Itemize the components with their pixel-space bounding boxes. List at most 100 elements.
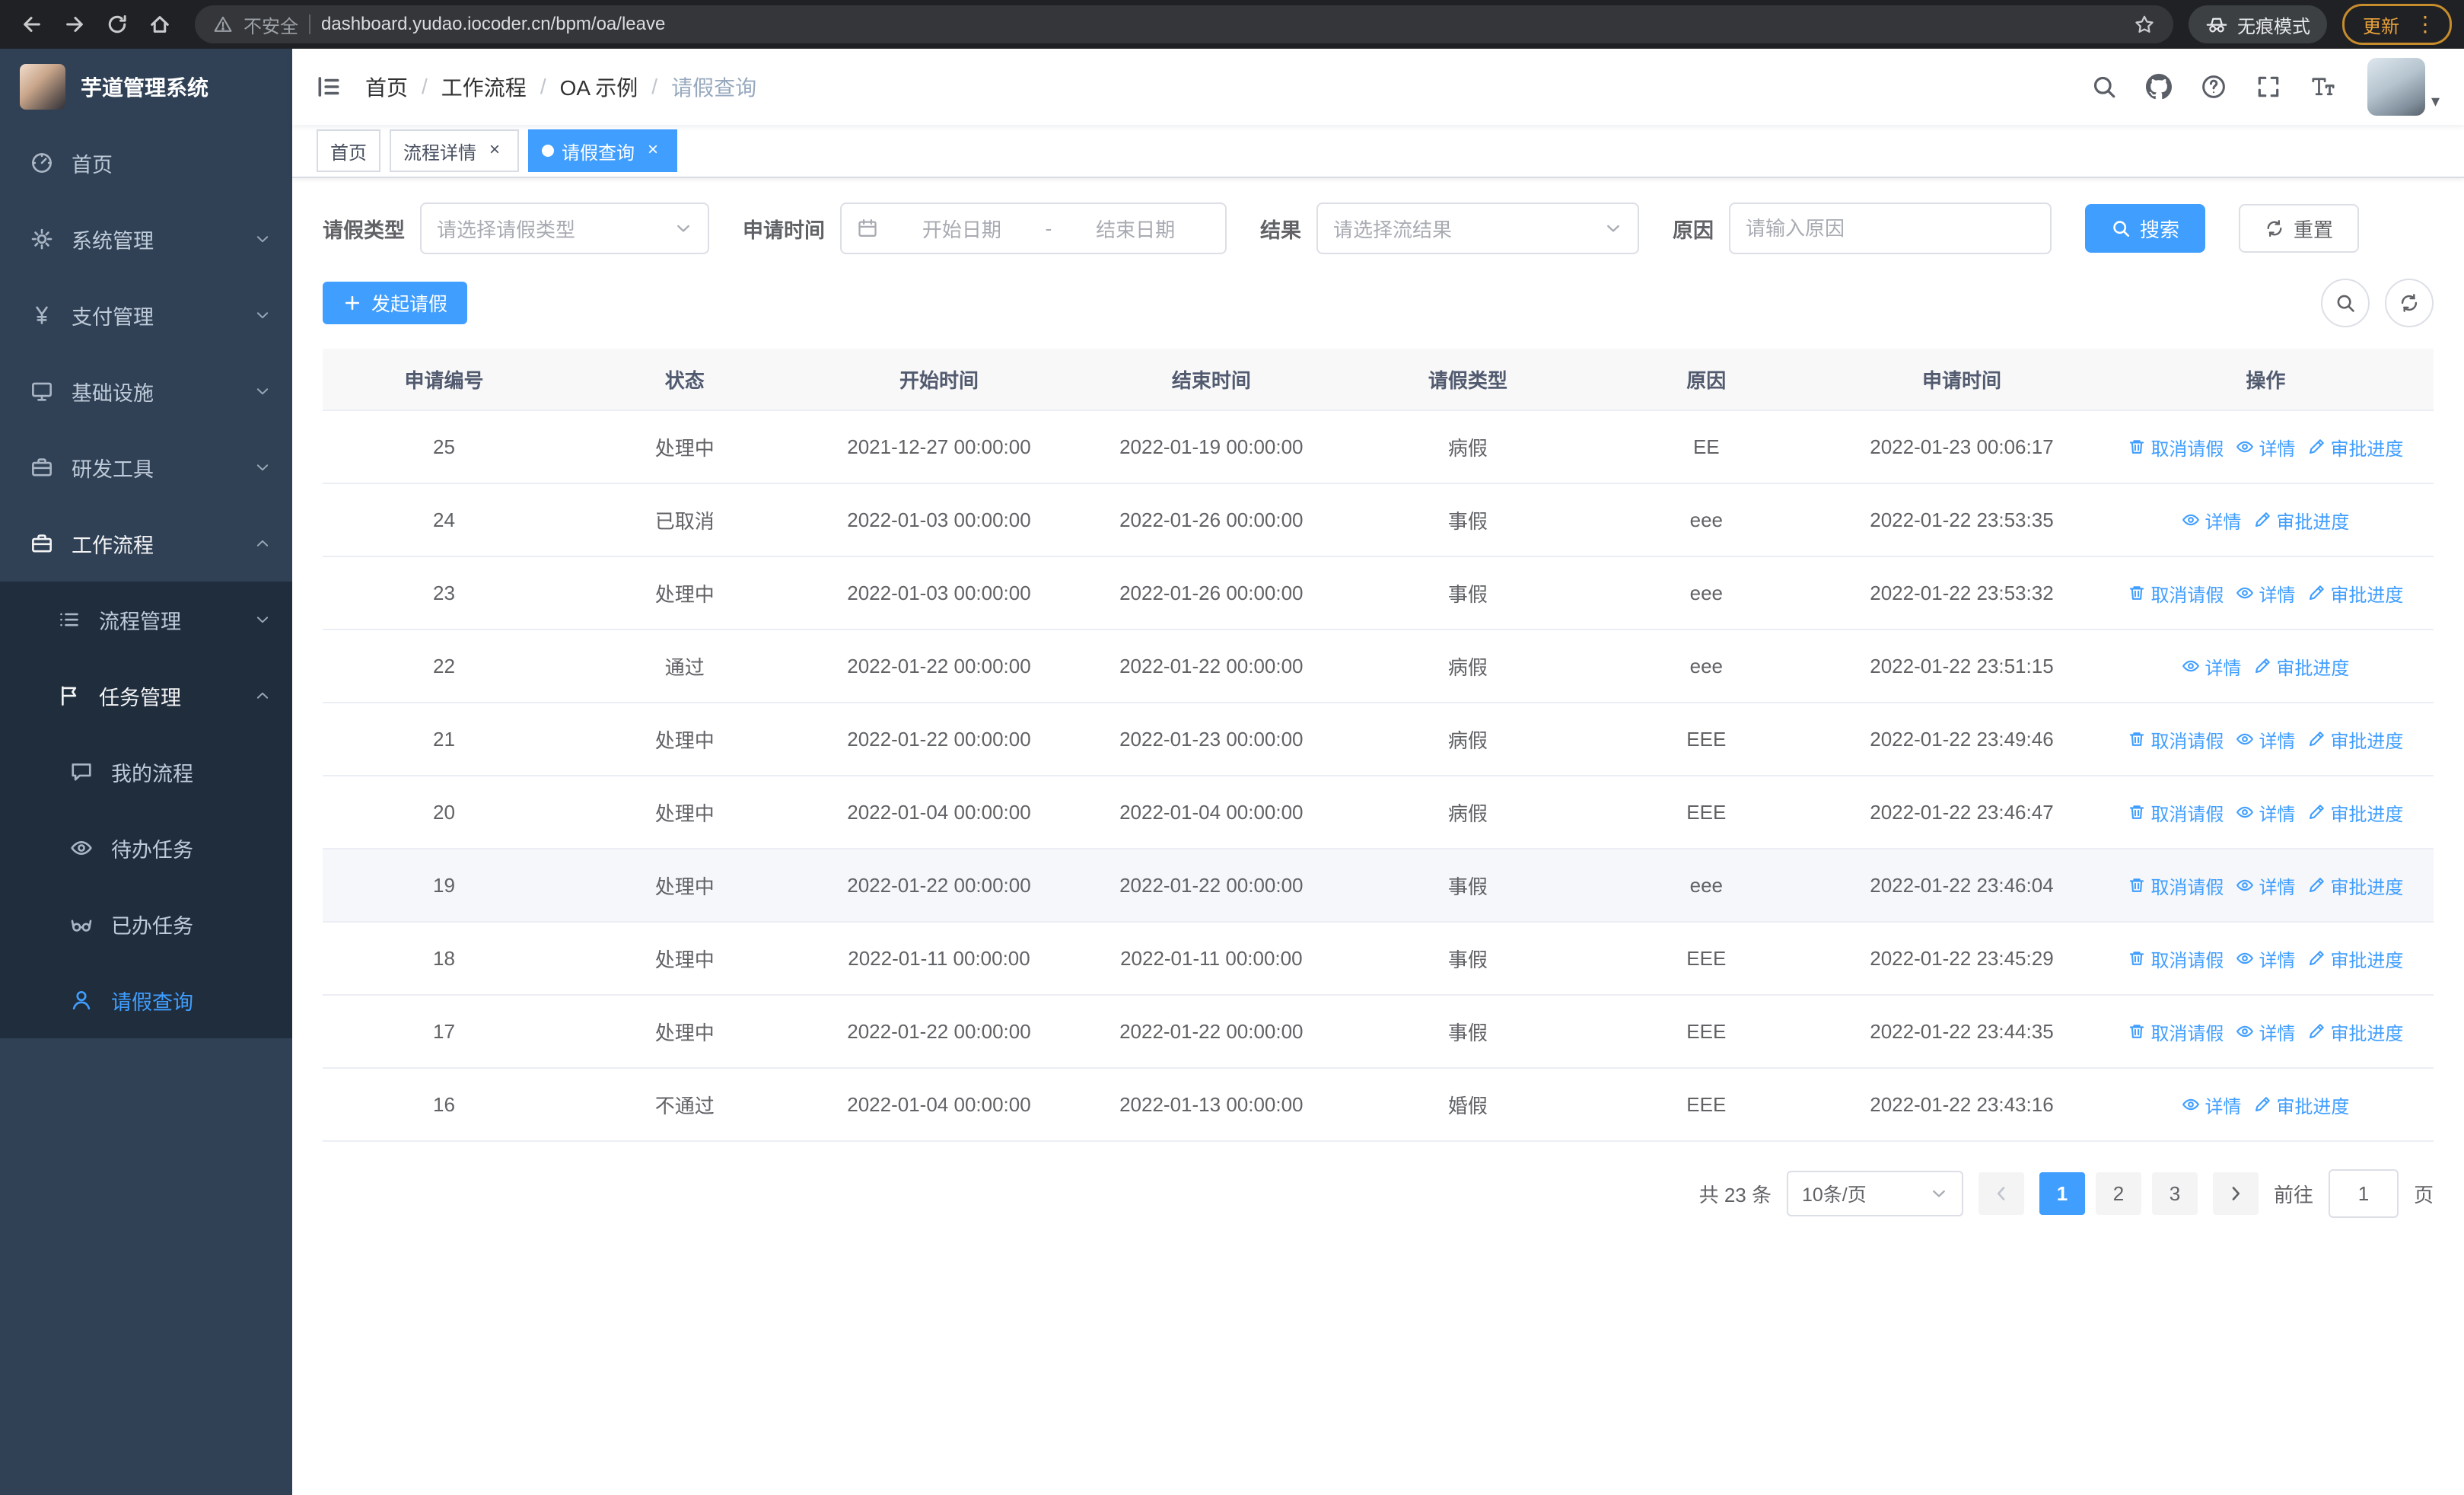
cancel-action-link[interactable]: 取消请假 (2128, 1018, 2224, 1045)
user-avatar[interactable]: ▾ (2367, 58, 2449, 116)
leave-type-select[interactable]: 请选择请假类型 (420, 202, 709, 254)
cancel-action-link[interactable]: 取消请假 (2128, 799, 2224, 826)
detail-action-link[interactable]: 详情 (2182, 653, 2241, 680)
cell-applied: 2022-01-22 23:44:35 (1826, 995, 2098, 1069)
progress-action-link[interactable]: 审批进度 (2307, 1018, 2403, 1045)
view-tag-1[interactable]: 流程详情 × (390, 129, 519, 172)
end-date-placeholder: 结束日期 (1096, 218, 1176, 241)
column-header: 原因 (1587, 349, 1826, 411)
sidebar-item-leave-query[interactable]: 请假查询 (0, 962, 292, 1038)
sidebar-item-process-mgmt[interactable]: 流程管理 (0, 582, 292, 658)
detail-action-link[interactable]: 详情 (2236, 799, 2295, 826)
close-icon[interactable]: × (642, 140, 664, 161)
view-tag-0[interactable]: 首页 (317, 129, 380, 172)
tags-view: 首页 流程详情 × 请假查询 × (292, 125, 2464, 178)
bookmark-star-icon[interactable] (2134, 14, 2155, 35)
cancel-action-link[interactable]: 取消请假 (2128, 434, 2224, 461)
view-tag-2[interactable]: 请假查询 × (528, 129, 677, 172)
breadcrumb-item[interactable]: 工作流程 (441, 72, 527, 102)
prev-page-button[interactable] (1978, 1172, 2024, 1215)
progress-action-link[interactable]: 审批进度 (2307, 872, 2403, 899)
breadcrumb-item[interactable]: 首页 (365, 72, 408, 102)
font-size-icon[interactable] (2297, 56, 2349, 117)
briefcase-icon (30, 456, 53, 479)
breadcrumb-item[interactable]: OA 示例 (560, 72, 638, 102)
page-size-select[interactable]: 10条/页 (1786, 1171, 1963, 1216)
reason-input[interactable] (1729, 202, 2052, 254)
calendar-icon (857, 218, 878, 239)
progress-action-link[interactable]: 审批进度 (2307, 799, 2403, 826)
column-header: 申请时间 (1826, 349, 2098, 411)
sidebar-item-system[interactable]: 系统管理 (0, 201, 292, 277)
progress-action-link[interactable]: 审批进度 (2307, 580, 2403, 607)
sidebar-item-todo-tasks[interactable]: 待办任务 (0, 810, 292, 886)
cancel-action-link[interactable]: 取消请假 (2128, 872, 2224, 899)
cell-status: 已取消 (565, 483, 804, 557)
cancel-action-link[interactable]: 取消请假 (2128, 945, 2224, 972)
sidebar-item-payment[interactable]: 支付管理 (0, 277, 292, 353)
avatar-image (2367, 58, 2425, 116)
browser-menu-icon[interactable]: ⋮ (2410, 14, 2440, 35)
page-button-2[interactable]: 2 (2095, 1172, 2141, 1215)
progress-action-link[interactable]: 审批进度 (2253, 653, 2349, 680)
sidebar-item-label: 流程管理 (99, 610, 181, 633)
cell-type: 病假 (1348, 703, 1587, 776)
cancel-action-link[interactable]: 取消请假 (2128, 726, 2224, 753)
detail-action-link[interactable]: 详情 (2182, 507, 2241, 534)
detail-action-link[interactable]: 详情 (2236, 580, 2295, 607)
help-icon[interactable] (2188, 56, 2240, 117)
trash-icon (2128, 1022, 2146, 1041)
detail-action-link[interactable]: 详情 (2236, 945, 2295, 972)
cell-applied: 2022-01-22 23:53:32 (1826, 556, 2098, 630)
sidebar-item-dev-tools[interactable]: 研发工具 (0, 429, 292, 505)
sidebar-item-done-tasks[interactable]: 已办任务 (0, 886, 292, 962)
sidebar-item-task-mgmt[interactable]: 任务管理 (0, 658, 292, 734)
sidebar-item-home[interactable]: 首页 (0, 125, 292, 201)
action-label: 审批进度 (2330, 731, 2404, 752)
progress-action-link[interactable]: 审批进度 (2307, 726, 2403, 753)
progress-action-link[interactable]: 审批进度 (2253, 507, 2349, 534)
refresh-icon[interactable] (2385, 279, 2434, 327)
cancel-action-link[interactable]: 取消请假 (2128, 580, 2224, 607)
reload-icon[interactable] (97, 5, 137, 44)
sidebar-item-infrastructure[interactable]: 基础设施 (0, 353, 292, 429)
toggle-search-icon[interactable] (2321, 279, 2370, 327)
progress-action-link[interactable]: 审批进度 (2253, 1092, 2349, 1118)
cell-reason: EEE (1587, 995, 1826, 1069)
progress-action-link[interactable]: 审批进度 (2307, 945, 2403, 972)
sidebar-toggle-icon[interactable] (292, 49, 365, 125)
page-button-3[interactable]: 3 (2151, 1172, 2198, 1215)
update-button[interactable]: 更新 ⋮ (2342, 4, 2452, 45)
result-select[interactable]: 请选择流结果 (1316, 202, 1639, 254)
detail-action-link[interactable]: 详情 (2236, 434, 2295, 461)
apply-time-range-picker[interactable]: 开始日期 - 结束日期 (840, 202, 1227, 254)
sidebar-item-my-process[interactable]: 我的流程 (0, 734, 292, 810)
sidebar-item-workflow[interactable]: 工作流程 (0, 505, 292, 582)
tag-label: 流程详情 (403, 142, 476, 164)
cell-applied: 2022-01-22 23:49:46 (1826, 703, 2098, 776)
forward-icon[interactable] (55, 5, 94, 44)
trash-icon (2128, 438, 2146, 456)
close-icon[interactable]: × (484, 140, 505, 161)
detail-action-link[interactable]: 详情 (2182, 1092, 2241, 1118)
progress-action-link[interactable]: 审批进度 (2307, 434, 2403, 461)
table-header-row: 申请编号 状态 开始时间 结束时间 请假类型 原因 申请时间 操作 (323, 349, 2434, 411)
fullscreen-icon[interactable] (2243, 56, 2294, 117)
page-button-1[interactable]: 1 (2039, 1172, 2085, 1215)
done-icon (70, 913, 93, 936)
detail-action-link[interactable]: 详情 (2236, 872, 2295, 899)
next-page-button[interactable] (2212, 1172, 2259, 1215)
home-icon[interactable] (140, 5, 180, 44)
back-icon[interactable] (12, 5, 52, 44)
search-icon[interactable] (2078, 56, 2130, 117)
goto-page-input[interactable] (2328, 1169, 2399, 1218)
app-logo[interactable]: 芋道管理系统 (0, 49, 292, 125)
create-leave-button[interactable]: 发起请假 (323, 282, 468, 324)
eye-icon (2236, 438, 2254, 456)
address-bar[interactable]: 不安全 dashboard.yudao.iocoder.cn/bpm/oa/le… (195, 5, 2173, 43)
search-button[interactable]: 搜索 (2085, 204, 2206, 253)
reset-button[interactable]: 重置 (2239, 204, 2360, 253)
detail-action-link[interactable]: 详情 (2236, 726, 2295, 753)
detail-action-link[interactable]: 详情 (2236, 1018, 2295, 1045)
github-icon[interactable] (2133, 56, 2185, 117)
